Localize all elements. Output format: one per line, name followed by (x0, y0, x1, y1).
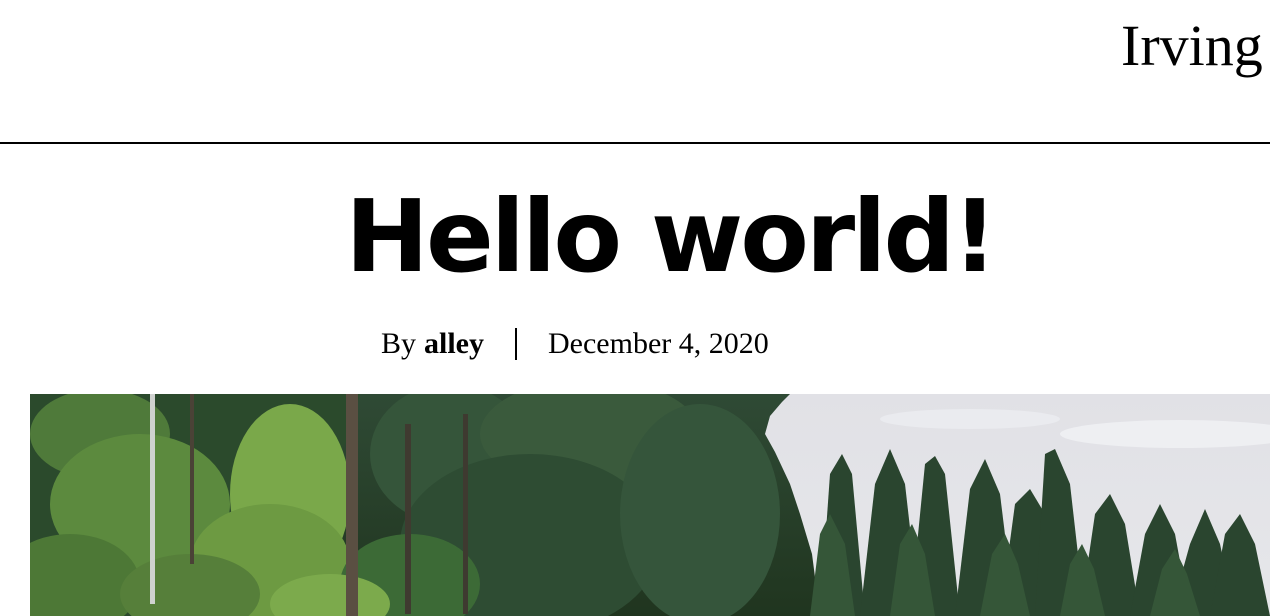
site-title-link[interactable]: Irving (1121, 10, 1263, 82)
featured-image (30, 394, 1270, 616)
site-header: Irving (0, 0, 1270, 144)
author-link[interactable]: alley (424, 324, 484, 364)
post-byline: By alley December 4, 2020 (381, 324, 769, 364)
post-title: Hello world! (345, 178, 997, 295)
forest-photo (30, 394, 1270, 616)
byline-divider (515, 328, 518, 360)
byline-prefix: By (381, 327, 417, 360)
post-date: December 4, 2020 (548, 327, 769, 360)
